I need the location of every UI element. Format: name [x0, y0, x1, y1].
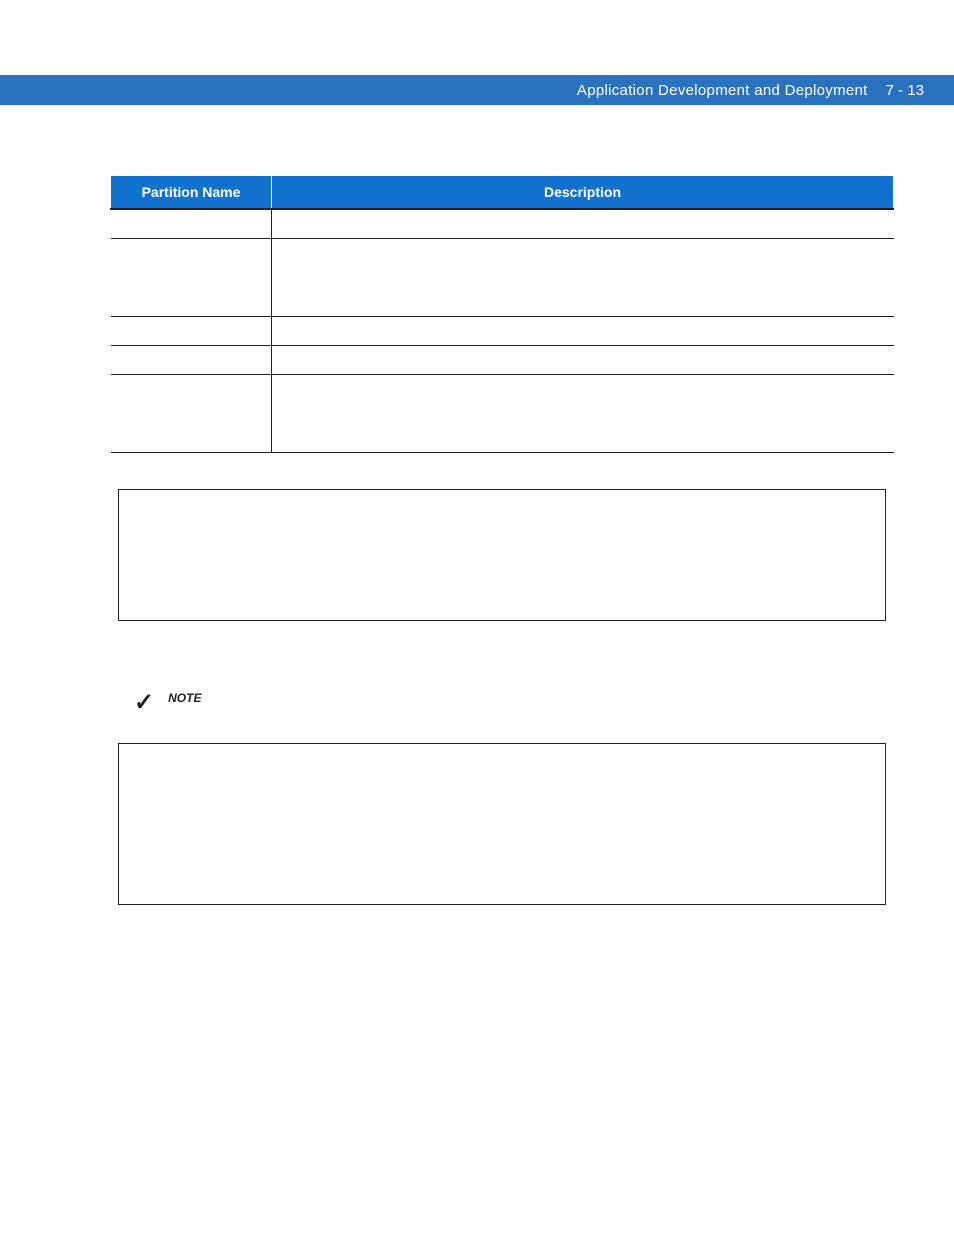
- table-row: [111, 239, 894, 317]
- cell-desc: [272, 239, 894, 317]
- cell-name: [111, 209, 272, 239]
- cell-name: [111, 375, 272, 453]
- page-number: 7 - 13: [886, 82, 924, 99]
- check-icon: ✓: [134, 691, 154, 715]
- col-header-partition: Partition Name: [111, 176, 272, 210]
- cell-desc: [272, 375, 894, 453]
- chapter-title: Application Development and Deployment: [577, 82, 868, 99]
- cell-name: [111, 239, 272, 317]
- top-margin: [0, 0, 954, 75]
- cell-desc: [272, 317, 894, 346]
- page-header-bar: Application Development and Deployment 7…: [0, 75, 954, 105]
- cell-desc: [272, 346, 894, 375]
- note-label: NOTE: [168, 691, 201, 705]
- table-row: [111, 209, 894, 239]
- cell-desc: [272, 209, 894, 239]
- col-header-description: Description: [272, 176, 894, 210]
- note-callout: ✓ NOTE: [134, 691, 876, 715]
- page-content: Partition Name Description: [0, 105, 954, 905]
- table-row: [111, 346, 894, 375]
- figure-placeholder-2: [118, 743, 886, 905]
- cell-name: [111, 317, 272, 346]
- cell-name: [111, 346, 272, 375]
- partition-table: Partition Name Description: [110, 175, 894, 453]
- table-row: [111, 317, 894, 346]
- figure-placeholder-1: [118, 489, 886, 621]
- table-row: [111, 375, 894, 453]
